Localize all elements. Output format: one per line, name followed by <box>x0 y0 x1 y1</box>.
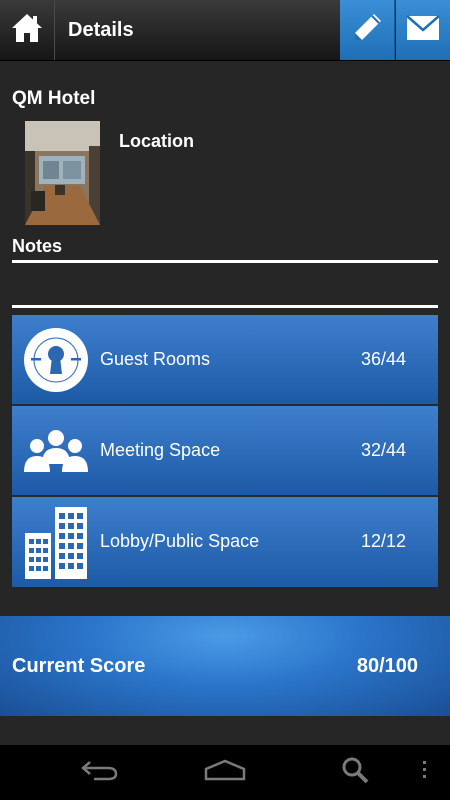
system-nav-bar <box>0 745 450 800</box>
list-item[interactable]: Guest Rooms 36/44 <box>12 315 438 406</box>
divider <box>12 305 438 308</box>
overflow-menu-button[interactable] <box>410 745 440 800</box>
current-score-bar: Current Score 80/100 <box>0 616 450 716</box>
back-button[interactable] <box>70 745 130 800</box>
keyhole-icon <box>22 323 90 397</box>
envelope-icon <box>406 14 440 46</box>
list-item[interactable]: Lobby/Public Space 12/12 <box>12 497 438 587</box>
category-list: Guest Rooms 36/44 Meeting Space 32/44 Lo… <box>12 315 438 587</box>
category-label: Meeting Space <box>100 440 221 460</box>
search-icon <box>340 755 370 790</box>
more-vertical-icon <box>422 760 428 785</box>
current-score-label: Current Score <box>12 655 146 677</box>
hotel-name: QM Hotel <box>12 88 96 109</box>
action-bar: Details <box>0 0 450 61</box>
system-home-button[interactable] <box>195 745 255 800</box>
home-outline-icon <box>203 759 247 786</box>
email-button[interactable] <box>396 0 450 60</box>
notes-label: Notes <box>12 236 63 256</box>
current-score-value: 80/100 <box>356 655 418 677</box>
category-score: 12/12 <box>360 531 406 551</box>
system-search-button[interactable] <box>325 745 385 800</box>
category-label: Guest Rooms <box>100 349 211 369</box>
category-score: 36/44 <box>360 349 406 369</box>
buildings-icon <box>22 505 90 579</box>
list-item[interactable]: Meeting Space 32/44 <box>12 406 438 497</box>
divider <box>12 260 438 263</box>
category-label: Lobby/Public Space <box>100 531 260 551</box>
pencil-icon <box>350 11 384 50</box>
home-button[interactable] <box>0 0 55 60</box>
people-group-icon <box>22 414 90 488</box>
back-arrow-icon <box>80 758 120 787</box>
location-label[interactable]: Location <box>119 131 194 152</box>
edit-button[interactable] <box>340 0 395 60</box>
home-icon <box>11 12 43 49</box>
category-score: 32/44 <box>360 440 406 460</box>
page-title: Details <box>68 19 134 41</box>
hotel-photo[interactable] <box>25 121 100 225</box>
